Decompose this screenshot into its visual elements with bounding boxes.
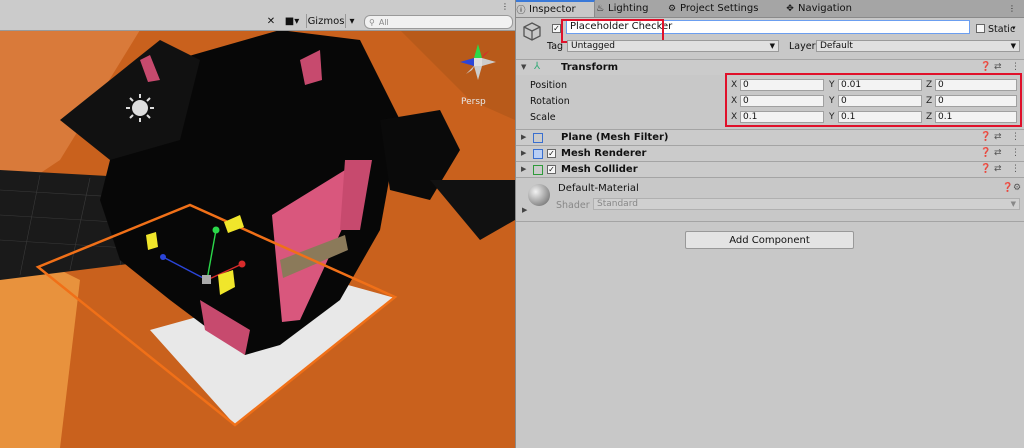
tab-lighting[interactable]: ♨ Lighting [595,0,667,17]
inspector-menu-icon[interactable]: ⋮ [1008,0,1022,17]
persp-label[interactable]: Persp [461,97,486,107]
gizmos-label: Gizmos [307,15,345,27]
scene-menu-icon[interactable]: ⋮ [498,1,512,11]
presets-icon[interactable]: ⇄ [994,132,1002,142]
chevron-down-icon: ▼ [1010,42,1016,50]
component-title: Transform [561,62,619,73]
layer-value: Default [820,41,853,51]
component-menu-icon[interactable]: ⋮ [1011,62,1020,72]
navigation-icon: ✥ [786,3,794,14]
transform-highlight [725,73,1022,127]
scene-viewport[interactable] [0,30,515,448]
search-icon: ⚲ [369,17,375,27]
tab-navigation[interactable]: ✥ Navigation [785,0,885,17]
component-title: Mesh Collider [561,164,638,175]
transform-row-label: Position [530,80,567,91]
component-menu-icon[interactable]: ⋮ [1011,164,1020,174]
mesh-collider-icon [533,165,543,175]
gameobject-cube-icon [522,21,542,41]
shader-dropdown[interactable]: Standard ▼ [593,198,1020,210]
gizmos-button[interactable]: Gizmos [306,14,346,28]
tab-label: Inspector [529,4,576,15]
shader-label: Shader [556,200,590,211]
shader-value: Standard [597,199,638,209]
collapse-right-icon[interactable]: ▶ [521,149,526,157]
component-title: Plane (Mesh Filter) [561,132,669,143]
gizmos-dropdown-icon[interactable]: ▾ [346,14,358,28]
tag-dropdown[interactable]: Untagged ▼ [567,40,779,52]
add-component-button[interactable]: Add Component [685,231,854,249]
mesh-renderer-header[interactable]: ▶ ✓ Mesh Renderer ❓ ⇄ ⋮ [516,145,1024,161]
chevron-down-icon: ▼ [769,42,775,50]
transform-row-label: Rotation [530,96,570,107]
help-icon[interactable]: ❓ [980,132,991,142]
transform-row-label: Scale [530,112,556,123]
collapse-right-icon[interactable]: ▶ [521,165,526,173]
scene-view[interactable]: ✕ ■▾ Gizmos ▾ ⚲ All ⋮ Persp [0,0,515,448]
camera-icon[interactable]: ■▾ [282,14,302,28]
active-checkbox[interactable]: ✓ [552,24,561,33]
presets-icon[interactable]: ⇄ [994,148,1002,158]
lightbulb-icon: ♨ [595,3,605,14]
search-placeholder: All [378,17,389,27]
component-menu-icon[interactable]: ⋮ [1011,132,1020,142]
help-icon[interactable]: ❓ [980,164,991,174]
chevron-down-icon: ▼ [1010,200,1016,208]
material-sphere-icon [528,184,550,206]
material-name: Default-Material [558,183,639,194]
static-dropdown-icon[interactable]: ▾ [1012,24,1016,32]
info-icon: ⓘ [516,6,526,16]
scene-toolbar: ✕ ■▾ Gizmos ▾ ⚲ All ⋮ [0,0,515,31]
mesh-collider-header[interactable]: ▶ ✓ Mesh Collider ❓ ⇄ ⋮ [516,161,1024,177]
tab-label: Project Settings [680,3,759,14]
mesh-filter-icon [533,133,543,143]
collapse-down-icon[interactable]: ▼ [521,63,526,71]
collapse-right-icon[interactable]: ▶ [522,206,527,214]
enabled-checkbox[interactable]: ✓ [547,149,556,158]
tag-value: Untagged [571,41,616,51]
mesh-filter-header[interactable]: ▶ Plane (Mesh Filter) ❓ ⇄ ⋮ [516,129,1024,145]
help-icon[interactable]: ❓ [980,148,991,158]
tab-inspector[interactable]: ⓘ Inspector [516,0,595,17]
component-title: Mesh Renderer [561,148,647,159]
tab-project-settings[interactable]: ⚙ Project Settings [667,0,785,17]
tab-label: Lighting [608,3,649,14]
tab-bar: ⓘ Inspector ♨ Lighting ⚙ Project Settings ✥… [516,0,1024,18]
layer-dropdown[interactable]: Default ▼ [816,40,1020,52]
enabled-checkbox[interactable]: ✓ [547,165,556,174]
tools-icon[interactable]: ✕ [264,14,278,28]
mesh-renderer-icon [533,149,543,159]
layer-label: Layer [789,41,816,52]
tag-label: Tag [547,41,564,52]
help-icon[interactable]: ❓ [980,62,991,72]
component-menu-icon[interactable]: ⋮ [1011,148,1020,158]
gear-icon: ⚙ [667,3,677,14]
collapse-right-icon[interactable]: ▶ [521,133,526,141]
presets-icon[interactable]: ⇄ [994,164,1002,174]
static-checkbox[interactable] [976,24,985,33]
add-component-label: Add Component [729,234,810,246]
tab-label: Navigation [798,3,852,14]
material-section: ▶ Default-Material Shader Standard ▼ ❓ ⚙ [516,177,1024,222]
help-icon[interactable]: ❓ [1002,183,1013,193]
transform-icon: ⅄ [534,61,541,72]
gear-icon[interactable]: ⚙ [1013,183,1021,193]
presets-icon[interactable]: ⇄ [994,62,1002,72]
scene-search-input[interactable]: ⚲ All [364,15,513,29]
